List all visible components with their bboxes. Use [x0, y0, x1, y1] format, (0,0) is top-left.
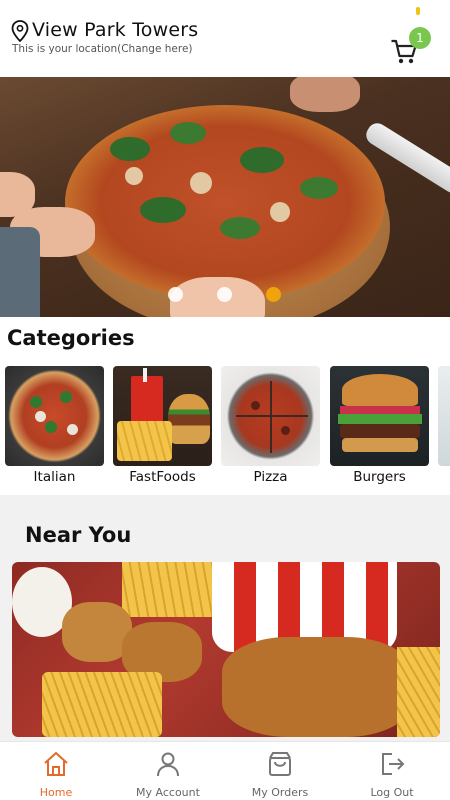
fastfood-photo — [113, 366, 212, 466]
carousel-dot[interactable] — [168, 287, 183, 302]
hero-carousel[interactable] — [0, 77, 450, 317]
category-label: Burgers — [353, 469, 406, 485]
categories-title: Categories — [7, 326, 135, 350]
near-you-section: Near You — [0, 495, 450, 741]
category-item-italian[interactable]: Italian — [5, 366, 104, 485]
location-change-hint[interactable]: This is your location(Change here) — [12, 43, 193, 55]
bag-icon — [269, 752, 291, 776]
category-label: Pizza — [253, 469, 288, 485]
nav-item-log-out[interactable]: Log Out — [336, 742, 448, 800]
home-icon — [44, 752, 68, 776]
pizza-slices-photo — [221, 366, 320, 466]
app-header: View Park Towers This is your location(C… — [0, 0, 450, 77]
category-item-partial[interactable] — [438, 366, 450, 466]
italian-pizza-photo — [5, 366, 104, 466]
bottom-navigation: Home My Account My Orders Log Out — [0, 741, 450, 800]
nav-label: My Account — [136, 786, 200, 799]
fried-chicken-bucket-photo — [12, 562, 440, 737]
category-item-fastfoods[interactable]: FastFoods — [113, 366, 212, 485]
nav-item-my-account[interactable]: My Account — [112, 742, 224, 800]
nav-item-my-orders[interactable]: My Orders — [224, 742, 336, 800]
category-label: FastFoods — [129, 469, 196, 485]
carousel-dot-active[interactable] — [266, 287, 281, 302]
logout-icon — [382, 753, 404, 775]
cart-count-badge: 1 — [409, 27, 431, 49]
carousel-dot[interactable] — [217, 287, 232, 302]
restaurant-card[interactable] — [12, 562, 440, 737]
user-icon — [157, 752, 179, 777]
status-indicator — [416, 7, 420, 15]
burger-photo — [330, 366, 429, 466]
location-pin-icon — [11, 20, 29, 42]
location-title[interactable]: View Park Towers — [32, 19, 198, 41]
nav-label: My Orders — [251, 786, 309, 799]
category-item-pizza[interactable]: Pizza — [221, 366, 320, 485]
nav-label: Home — [39, 786, 73, 799]
nav-label: Log Out — [370, 786, 414, 799]
category-item-burgers[interactable]: Burgers — [330, 366, 429, 485]
pizza-photo — [0, 77, 450, 317]
categories-list[interactable]: Italian FastFoods Pizza Burgers — [0, 366, 450, 491]
carousel-dots — [0, 287, 450, 305]
category-label: Italian — [33, 469, 76, 485]
nav-item-home[interactable]: Home — [0, 742, 112, 800]
near-you-title: Near You — [25, 523, 132, 547]
